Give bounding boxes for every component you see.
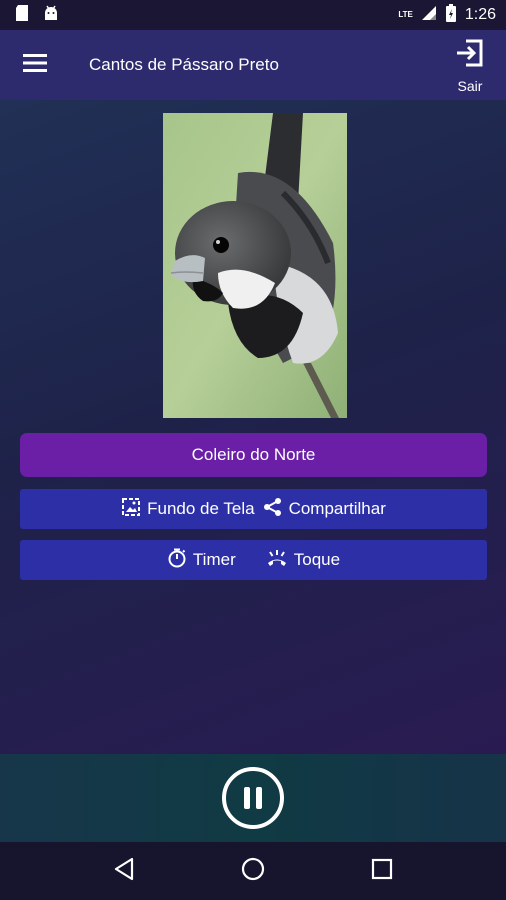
bird-image xyxy=(163,113,347,418)
recents-icon xyxy=(371,858,393,885)
status-left xyxy=(14,4,60,27)
main-content: Coleiro do Norte Fundo de Tela Compartil… xyxy=(0,100,506,754)
exit-button[interactable]: Sair xyxy=(438,30,502,100)
pause-icon-bar xyxy=(256,787,262,809)
share-button[interactable]: Compartilhar xyxy=(263,497,386,522)
wallpaper-icon xyxy=(121,497,141,522)
timer-label: Timer xyxy=(192,550,236,569)
wallpaper-button[interactable]: Fundo de Tela xyxy=(121,497,255,522)
app-bar: Cantos de Pássaro Preto Sair xyxy=(0,30,506,100)
app-title: Cantos de Pássaro Preto xyxy=(89,55,279,74)
back-icon xyxy=(113,857,135,886)
system-nav-bar xyxy=(0,842,506,900)
battery-icon xyxy=(445,3,457,28)
android-icon xyxy=(42,4,60,27)
status-bar: LTE 1:26 xyxy=(0,0,506,30)
hamburger-icon xyxy=(23,53,47,77)
back-button[interactable] xyxy=(99,846,149,896)
ringtone-button[interactable]: Toque xyxy=(266,548,340,573)
exit-label: Sair xyxy=(457,77,483,94)
recents-button[interactable] xyxy=(357,846,407,896)
ringtone-label: Toque xyxy=(293,550,341,569)
home-button[interactable] xyxy=(228,846,278,896)
exit-icon xyxy=(454,37,486,74)
player-bar xyxy=(0,754,506,842)
status-right: LTE 1:26 xyxy=(398,3,496,28)
timer-ringtone-row: Timer Toque xyxy=(20,540,487,580)
wallpaper-share-row: Fundo de Tela Compartilhar xyxy=(20,489,487,529)
status-time: 1:26 xyxy=(464,6,496,23)
wallpaper-label: Fundo de Tela xyxy=(147,499,255,518)
network-type: LTE xyxy=(398,10,413,19)
share-label: Compartilhar xyxy=(288,499,386,518)
signal-icon xyxy=(421,5,437,26)
ringtone-icon xyxy=(266,548,288,573)
home-icon xyxy=(241,857,265,886)
bird-name-button[interactable]: Coleiro do Norte xyxy=(20,433,487,477)
pause-button[interactable] xyxy=(222,767,284,829)
menu-button[interactable] xyxy=(0,30,70,100)
sd-card-icon xyxy=(14,4,30,27)
pause-icon xyxy=(244,787,250,809)
timer-icon xyxy=(167,548,187,573)
share-icon xyxy=(263,497,283,522)
timer-button[interactable]: Timer xyxy=(167,548,236,573)
